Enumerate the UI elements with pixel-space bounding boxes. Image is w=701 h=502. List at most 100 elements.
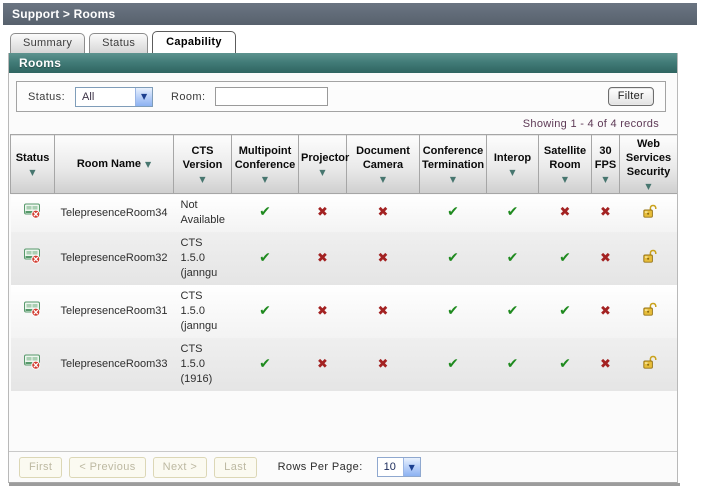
column-header-label: Web Services Security — [625, 138, 672, 178]
capability-table: Status ▼ Room Name ▼ CTS Version ▼ Multipoint … — [10, 134, 677, 391]
conference_termination-cell: ✔ — [419, 285, 487, 338]
status-filter-select[interactable]: All ▼ — [75, 86, 154, 107]
tab-summary[interactable]: Summary — [10, 33, 86, 53]
column-header-document-camera[interactable]: Document Camera ▼ — [346, 134, 420, 194]
column-header-cts-version[interactable]: CTS Version ▼ — [173, 134, 232, 194]
check-icon: ✔ — [506, 204, 519, 220]
column-header-label: Conference Termination — [422, 145, 485, 171]
table-body: TelepresenceRoom34 Not Available ✔ ✖ ✖ ✔ ✔ ✖ ✖ T… — [10, 193, 677, 391]
column-header-label: 30 FPS — [594, 145, 617, 171]
security-unlocked-icon — [640, 248, 657, 264]
room-status-error-icon — [24, 301, 41, 317]
30_fps-cell: ✖ — [591, 193, 620, 232]
pagination-last-button[interactable]: Last — [214, 456, 257, 478]
column-header-room-name[interactable]: Room Name ▼ — [54, 134, 174, 194]
web-services-security-cell — [619, 285, 677, 338]
sort-arrow-icon: ▼ — [645, 182, 652, 191]
check-icon: ✔ — [259, 204, 271, 220]
column-header-web-services-security[interactable]: Web Services Security ▼ — [619, 134, 677, 194]
30_fps-cell: ✖ — [591, 285, 620, 338]
cross-icon: ✖ — [377, 205, 389, 220]
room-status-cell — [10, 285, 55, 338]
column-header-label: Status — [15, 152, 50, 164]
document_camera-cell: ✖ — [346, 232, 420, 285]
room-name-cell: TelepresenceRoom31 — [54, 285, 174, 338]
cross-icon: ✖ — [600, 356, 611, 372]
filter-button[interactable]: Filter — [607, 87, 654, 106]
web-services-security-cell — [619, 193, 677, 232]
column-header-conference-termination[interactable]: Conference Termination ▼ — [419, 134, 487, 194]
satellite_room-cell: ✔ — [538, 338, 592, 391]
room-status-cell — [10, 193, 55, 232]
column-header-multipoint-conference[interactable]: Multipoint Conference ▼ — [231, 134, 299, 194]
column-header-label: Interop — [493, 152, 532, 164]
filter-bar: Status: All ▼ Room: Filter — [16, 81, 666, 112]
check-icon: ✔ — [259, 249, 271, 266]
table-row: TelepresenceRoom33 CTS 1.5.0 (1916) ✔ ✖ ✖ ✔ ✔ ✔… — [10, 338, 677, 391]
cross-icon: ✖ — [377, 250, 389, 266]
tab-status[interactable]: Status — [89, 33, 149, 53]
pagination-next-button[interactable]: Next > — [152, 456, 208, 478]
sort-arrow-icon: ▼ — [319, 168, 326, 177]
room-filter-label: Room: — [171, 90, 206, 103]
table-row: TelepresenceRoom31 CTS 1.5.0 (janngu ✔ ✖ ✖ ✔ ✔… — [10, 285, 677, 338]
sort-arrow-icon: ▼ — [602, 175, 609, 184]
cross-icon: ✖ — [600, 205, 611, 220]
check-icon: ✔ — [259, 355, 271, 372]
sort-arrow-icon: ▼ — [509, 168, 516, 177]
multipoint_conference-cell: ✔ — [231, 193, 299, 232]
conference_termination-cell: ✔ — [419, 338, 487, 391]
tab-bar: Summary Status Capability — [10, 31, 701, 53]
room-filter-input[interactable] — [215, 87, 329, 106]
pagination-bar: First < Previous Next > Last Rows Per Pa… — [9, 451, 677, 482]
multipoint_conference-cell: ✔ — [231, 232, 299, 285]
table-row: TelepresenceRoom32 CTS 1.5.0 (janngu ✔ ✖ ✖ ✔ ✔… — [10, 232, 677, 285]
satellite_room-cell: ✔ — [538, 232, 592, 285]
column-header-interop[interactable]: Interop ▼ — [486, 134, 539, 194]
satellite_room-cell: ✔ — [538, 285, 592, 338]
cts-version-cell: Not Available — [173, 193, 232, 232]
sort-arrow-icon: ▼ — [199, 175, 206, 184]
room-status-cell — [10, 232, 55, 285]
multipoint_conference-cell: ✔ — [231, 285, 299, 338]
projector-cell: ✖ — [298, 285, 347, 338]
column-header-projector[interactable]: Projector ▼ — [298, 134, 350, 194]
conference_termination-cell: ✔ — [419, 193, 487, 232]
30_fps-cell: ✖ — [591, 232, 620, 285]
security-unlocked-icon — [640, 354, 657, 370]
cts-version-cell: CTS 1.5.0 (janngu — [173, 232, 232, 285]
cross-icon: ✖ — [377, 303, 389, 319]
status-filter-label: Status: — [28, 90, 66, 103]
cross-icon: ✖ — [377, 356, 389, 372]
column-header-30-fps[interactable]: 30 FPS ▼ — [591, 134, 620, 194]
tab-capability[interactable]: Capability — [152, 31, 236, 53]
projector-cell: ✖ — [298, 232, 347, 285]
rows-per-page-select[interactable]: 10 ▼ — [376, 457, 421, 477]
status-filter-value: All — [82, 90, 95, 103]
cross-icon: ✖ — [317, 250, 328, 266]
content-panel: Rooms Status: All ▼ Room: Filter Showing… — [8, 53, 678, 483]
check-icon: ✔ — [447, 204, 459, 220]
column-header-label: Multipoint Conference — [234, 145, 296, 171]
column-header-label: Satellite Room — [543, 145, 587, 171]
column-header-label: Projector — [301, 152, 350, 164]
projector-cell: ✖ — [298, 338, 347, 391]
room-status-error-icon — [24, 354, 41, 370]
sort-arrow-icon: ▼ — [261, 175, 269, 184]
pagination-previous-button[interactable]: < Previous — [69, 456, 146, 478]
pagination-first-button[interactable]: First — [19, 456, 63, 478]
document_camera-cell: ✖ — [346, 193, 420, 232]
table-empty-area — [9, 391, 677, 451]
column-header-satellite-room[interactable]: Satellite Room ▼ — [538, 134, 592, 194]
cross-icon: ✖ — [600, 303, 611, 319]
room-status-error-icon — [24, 203, 41, 219]
chevron-down-icon: ▼ — [402, 458, 420, 476]
sort-arrow-icon: ▼ — [561, 175, 569, 184]
column-header-status[interactable]: Status ▼ — [10, 134, 55, 194]
sort-arrow-icon: ▼ — [449, 175, 457, 184]
table-header-row: Status ▼ Room Name ▼ CTS Version ▼ Multipoint … — [10, 134, 677, 194]
check-icon: ✔ — [506, 355, 519, 372]
check-icon: ✔ — [506, 249, 519, 266]
sort-arrow-icon: ▼ — [145, 160, 152, 169]
multipoint_conference-cell: ✔ — [231, 338, 299, 391]
